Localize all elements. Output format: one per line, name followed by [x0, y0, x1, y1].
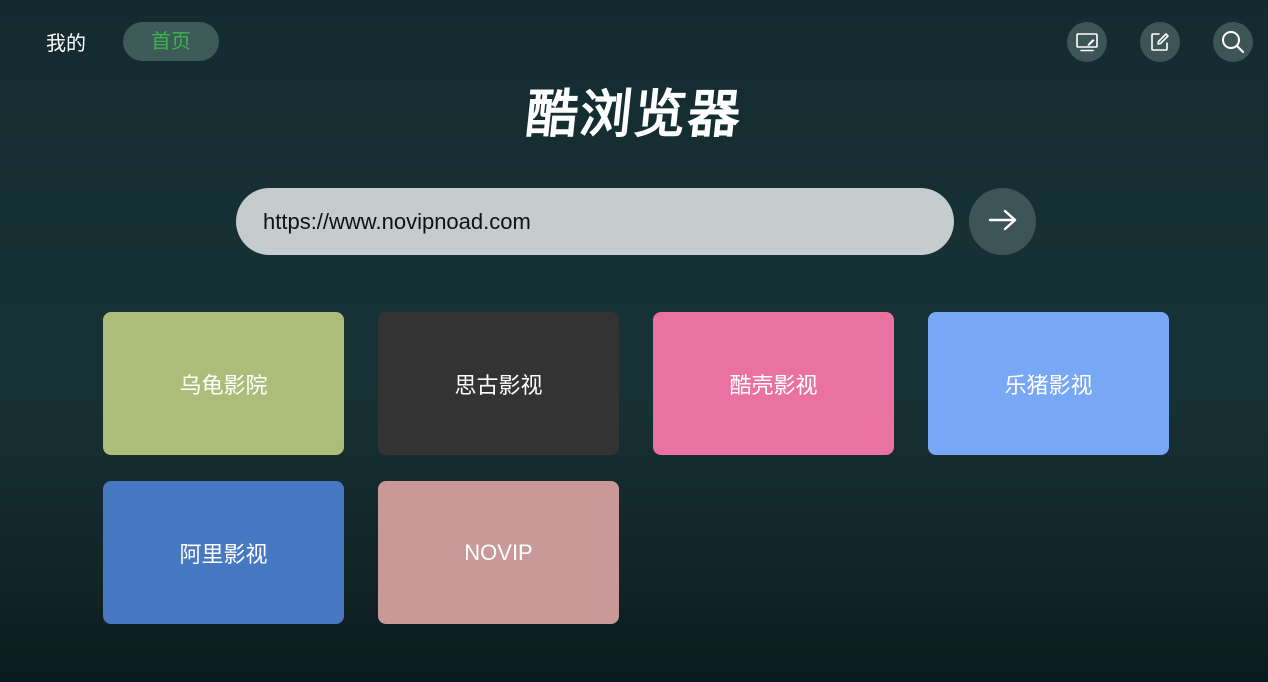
- search-button[interactable]: [1213, 22, 1253, 62]
- shortcut-tile[interactable]: 酷壳影视: [653, 312, 894, 455]
- shortcut-tile[interactable]: 阿里影视: [103, 481, 344, 624]
- shortcut-label: 思古影视: [454, 373, 543, 399]
- search-icon: [1220, 29, 1246, 55]
- shortcut-tile[interactable]: 乐猪影视: [928, 312, 1169, 455]
- screen-icon: [1075, 31, 1099, 53]
- shortcut-tile[interactable]: 思古影视: [378, 312, 619, 455]
- nav-mine[interactable]: 我的: [46, 29, 86, 57]
- url-input[interactable]: [263, 188, 923, 255]
- shortcut-label: 乐猪影视: [1004, 373, 1093, 399]
- app-title: 酷浏览器: [522, 84, 746, 145]
- arrow-right-icon: [988, 208, 1018, 236]
- shortcut-label: 乌龟影院: [179, 373, 268, 399]
- edit-button[interactable]: [1140, 22, 1180, 62]
- shortcut-label: NOVIP: [464, 539, 533, 565]
- nav-home[interactable]: 首页: [123, 22, 219, 61]
- shortcut-label: 酷壳影视: [729, 373, 818, 399]
- go-button[interactable]: [969, 188, 1036, 255]
- shortcut-tile[interactable]: 乌龟影院: [103, 312, 344, 455]
- edit-icon: [1149, 31, 1171, 53]
- url-bar: [236, 188, 954, 255]
- screen-button[interactable]: [1067, 22, 1107, 62]
- shortcut-label: 阿里影视: [179, 542, 268, 568]
- shortcut-tile[interactable]: NOVIP: [378, 481, 619, 624]
